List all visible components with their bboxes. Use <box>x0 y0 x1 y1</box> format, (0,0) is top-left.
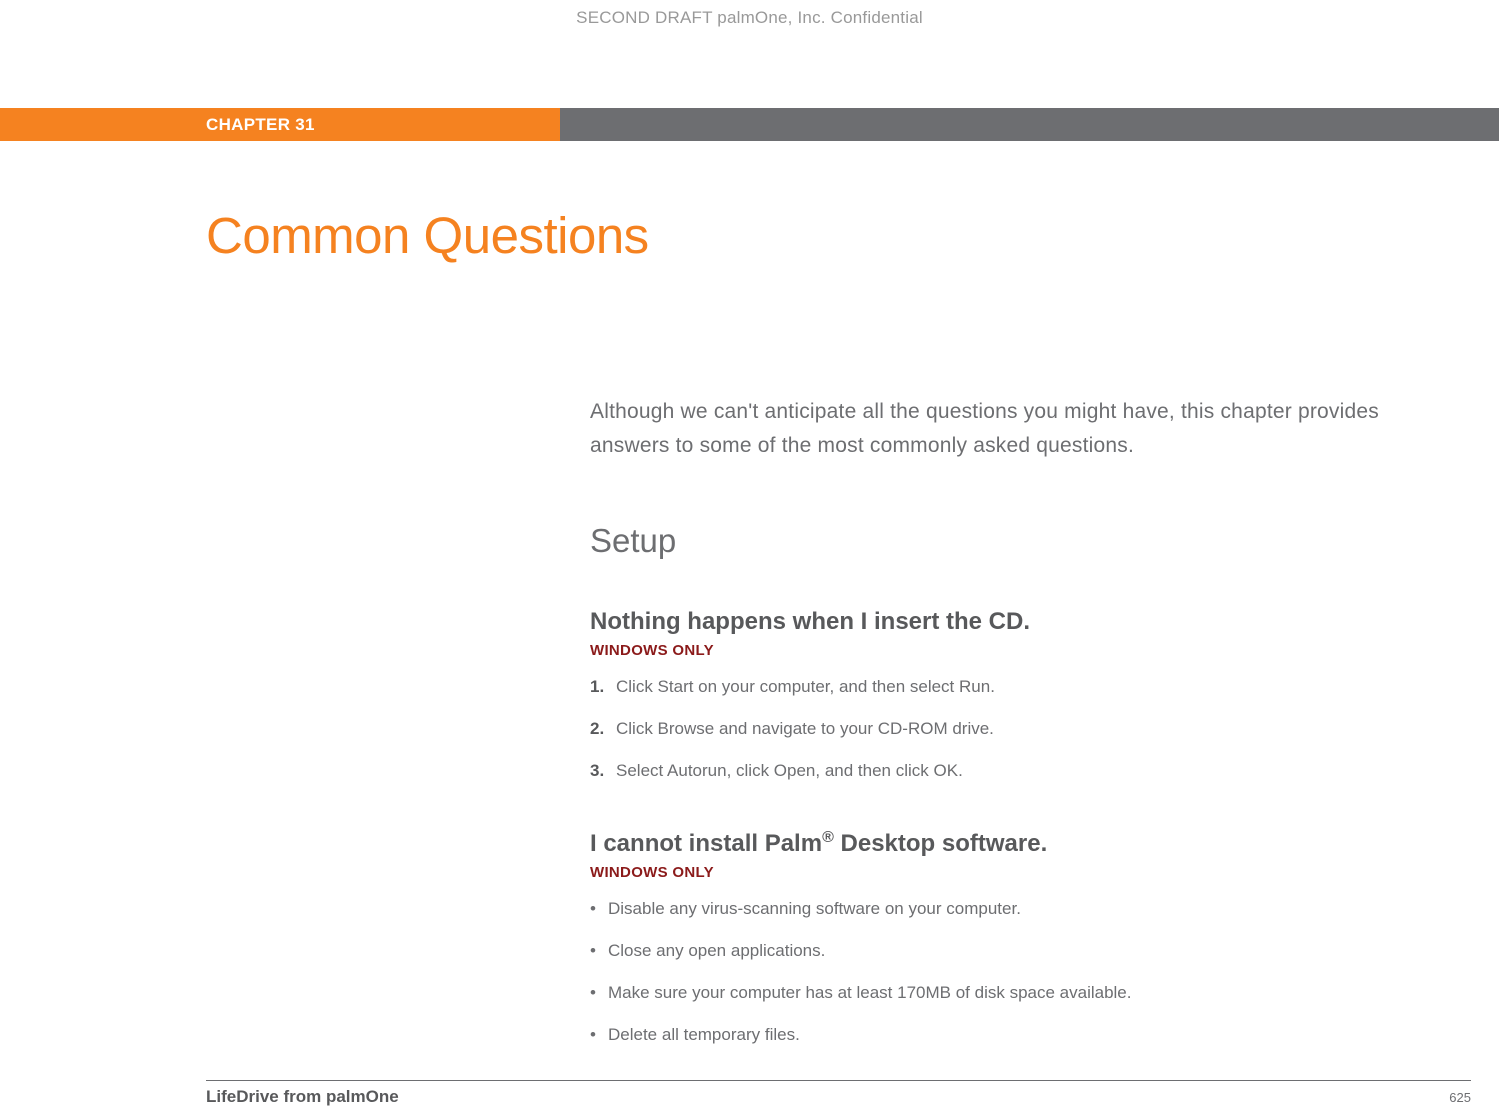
ordered-list: 1. Click Start on your computer, and the… <box>590 677 1439 781</box>
confidential-header: SECOND DRAFT palmOne, Inc. Confidential <box>0 0 1499 28</box>
list-item: • Make sure your computer has at least 1… <box>590 983 1439 1003</box>
q2-title-post: Desktop software. <box>834 830 1047 857</box>
page-title: Common Questions <box>206 206 1439 265</box>
bullet-icon: • <box>590 983 608 1003</box>
list-item: • Delete all temporary files. <box>590 1025 1439 1045</box>
bullet-icon: • <box>590 899 608 919</box>
platform-badge: WINDOWS ONLY <box>590 864 1439 881</box>
step-text: Click Browse and navigate to your CD-ROM… <box>616 719 994 739</box>
step-number: 2. <box>590 719 616 739</box>
chapter-bar: CHAPTER 31 <box>0 108 1499 141</box>
list-item: • Disable any virus-scanning software on… <box>590 899 1439 919</box>
registered-symbol: ® <box>822 829 834 846</box>
content-area: Common Questions Although we can't antic… <box>0 206 1499 1045</box>
step-number: 3. <box>590 761 616 781</box>
intro-paragraph: Although we can't anticipate all the que… <box>590 395 1439 462</box>
list-item: • Close any open applications. <box>590 941 1439 961</box>
step-number: 1. <box>590 677 616 697</box>
bullet-icon: • <box>590 1025 608 1045</box>
footer-product: LifeDrive from palmOne <box>206 1087 399 1107</box>
page-footer: LifeDrive from palmOne 625 <box>206 1080 1471 1107</box>
question-1-title: Nothing happens when I insert the CD. <box>590 608 1439 636</box>
step-text: Select Autorun, click Open, and then cli… <box>616 761 963 781</box>
bullet-list: • Disable any virus-scanning software on… <box>590 899 1439 1045</box>
bullet-text: Delete all temporary files. <box>608 1025 800 1045</box>
q2-title-pre: I cannot install Palm <box>590 830 822 857</box>
list-item: 3. Select Autorun, click Open, and then … <box>590 761 1439 781</box>
question-2-title: I cannot install Palm® Desktop software. <box>590 829 1439 858</box>
chapter-gray-block <box>560 108 1499 141</box>
step-text: Click Start on your computer, and then s… <box>616 677 995 697</box>
bullet-text: Close any open applications. <box>608 941 825 961</box>
chapter-label: CHAPTER 31 <box>206 115 315 135</box>
list-item: 2. Click Browse and navigate to your CD-… <box>590 719 1439 739</box>
list-item: 1. Click Start on your computer, and the… <box>590 677 1439 697</box>
body-column: Although we can't anticipate all the que… <box>590 395 1439 1045</box>
bullet-icon: • <box>590 941 608 961</box>
platform-badge: WINDOWS ONLY <box>590 642 1439 659</box>
chapter-orange-block: CHAPTER 31 <box>0 108 560 141</box>
section-heading-setup: Setup <box>590 522 1439 560</box>
bullet-text: Make sure your computer has at least 170… <box>608 983 1132 1003</box>
bullet-text: Disable any virus-scanning software on y… <box>608 899 1021 919</box>
footer-page-number: 625 <box>1449 1090 1471 1105</box>
